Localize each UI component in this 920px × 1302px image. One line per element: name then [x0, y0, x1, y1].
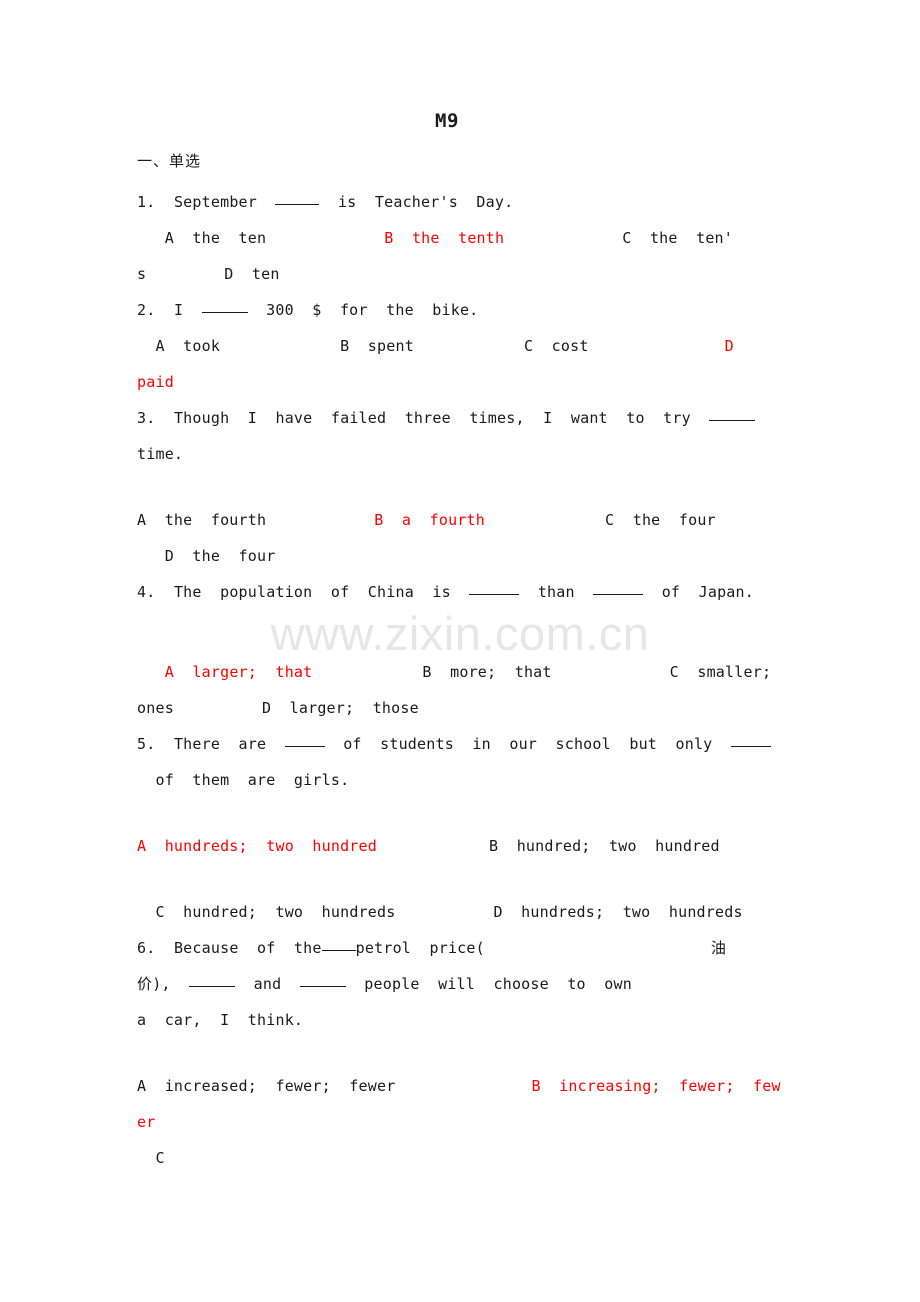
q5-blank-2	[730, 746, 771, 747]
q3-option-c: C the four	[605, 511, 716, 529]
question-6-options-row-1: A increased; fewer; fewer B increasing; f…	[137, 1068, 795, 1104]
q6-stem-p5: people will choose to own	[364, 975, 632, 993]
q4-stem-p2: than	[537, 583, 575, 601]
question-3-options-row-2: D the four	[137, 538, 795, 574]
question-1-options-row-1: A the ten B the tenth C the ten'	[137, 220, 795, 256]
q5-option-a: A hundreds; two hundred	[137, 837, 377, 855]
q4-blank-1	[469, 594, 520, 595]
q3-option-d: D the four	[164, 547, 276, 565]
question-3-options-row-1: A the fourth B a fourth C the four	[137, 502, 795, 538]
q2-number: 2.	[137, 301, 156, 319]
q6-option-a: A increased; fewer; fewer	[137, 1077, 396, 1095]
q5-option-b: B hundred; two hundred	[489, 837, 720, 855]
q2-option-b: B spent	[340, 337, 414, 355]
question-6-stem: 6. Because of the petrol price( 油	[137, 930, 795, 966]
q4-option-d: D larger; those	[261, 699, 419, 717]
q1-option-a: A the ten	[164, 229, 267, 247]
q4-option-c-wrap: ones	[137, 699, 174, 717]
q4-option-c: C smaller;	[669, 663, 772, 681]
q1-number: 1.	[137, 193, 156, 211]
q4-stem-p3: of Japan.	[661, 583, 754, 601]
question-1-options-row-2: s D ten	[137, 256, 795, 292]
q3-option-a: A the fourth	[137, 511, 267, 529]
q6-stem-p4: and	[253, 975, 282, 993]
q1-stem-after: is Teacher's Day.	[337, 193, 514, 211]
q4-option-a: A larger; that	[164, 663, 313, 681]
question-1-stem: 1. September is Teacher's Day.	[137, 184, 795, 220]
q2-option-a: A took	[155, 337, 221, 355]
q3-number: 3.	[137, 409, 156, 427]
question-5-options-row-1: A hundreds; two hundred B hundred; two hu…	[137, 828, 795, 864]
q6-option-b: B increasing; fewer; few	[531, 1077, 781, 1095]
q3-blank	[709, 420, 756, 421]
q6-blank-1	[321, 950, 356, 951]
question-6-options-row-2: er	[137, 1104, 795, 1140]
question-5-stem-cont: of them are girls.	[137, 762, 795, 798]
section-heading: 一、单选	[137, 152, 202, 170]
q4-option-b: B more; that	[422, 663, 552, 681]
q4-number: 4.	[137, 583, 156, 601]
q5-option-d: D hundreds; two hundreds	[493, 903, 743, 921]
question-6-options-row-3: C	[137, 1140, 795, 1176]
q2-stem-before: I	[173, 301, 184, 319]
question-4-options-row-1: A larger; that B more; that C smaller;	[137, 654, 795, 690]
q6-number: 6.	[137, 939, 156, 957]
question-3-stem-cont: time.	[137, 436, 795, 472]
q2-option-d-letter: D	[724, 337, 734, 355]
q1-stem-before: September	[173, 193, 258, 211]
question-4-options-row-2: ones D larger; those	[137, 690, 795, 726]
q5-stem-p2: of students in our school but only	[343, 735, 713, 753]
question-2-stem: 2. I 300 $ for the bike.	[137, 292, 795, 328]
q5-stem-p1: There are	[173, 735, 267, 753]
q2-option-d-wrap: paid	[137, 373, 174, 391]
q6-stem-cn-right: 油	[710, 939, 727, 957]
q1-option-c-wrap: s	[137, 265, 147, 283]
q5-number: 5.	[137, 735, 156, 753]
q1-blank	[275, 204, 320, 205]
q3-option-b: B a fourth	[374, 511, 486, 529]
q5-blank-1	[284, 746, 325, 747]
q1-option-d: D ten	[224, 265, 280, 283]
question-2-options-row-2: paid	[137, 364, 795, 400]
q2-option-c: C cost	[523, 337, 589, 355]
q6-blank-3	[299, 986, 346, 987]
question-2-options-row-1: A took B spent C cost D	[137, 328, 795, 364]
q5-option-c: C hundred; two hundreds	[155, 903, 396, 921]
q6-stem-p3: 价),	[137, 975, 171, 993]
q4-stem-p1: The population of China is	[173, 583, 451, 601]
question-4-stem: 4. The population of China is than of Ja…	[137, 574, 795, 610]
q6-stem-p6: a car, I think.	[137, 1011, 304, 1029]
q1-option-c: C the ten'	[622, 229, 734, 247]
q3-stem-after: time.	[137, 445, 184, 463]
q6-blank-2	[189, 986, 236, 987]
document-content: M9 一、单选 1. September is Teacher's Day. A…	[0, 0, 920, 1176]
document-page: www.zixin.com.cn M9 一、单选 1. September is…	[0, 0, 920, 1302]
q6-stem-p1: Because of the	[173, 939, 322, 957]
q4-blank-2	[593, 594, 644, 595]
question-6-stem-cont-1: 价), and people will choose to own	[137, 966, 795, 1002]
q6-option-b-wrap: er	[137, 1113, 156, 1131]
q6-stem-p2: petrol price(	[355, 939, 485, 957]
question-5-stem: 5. There are of students in our school b…	[137, 726, 795, 762]
q1-option-b: B the tenth	[384, 229, 505, 247]
question-5-options-row-2: C hundred; two hundreds D hundreds; two h…	[137, 894, 795, 930]
q2-blank	[201, 312, 248, 313]
q2-stem-after: 300 $ for the bike.	[266, 301, 479, 319]
page-title: M9	[435, 110, 459, 132]
question-6-stem-cont-2: a car, I think.	[137, 1002, 795, 1038]
q3-stem-before: Though I have failed three times, I want…	[173, 409, 691, 427]
q5-stem-p3: of them are girls.	[155, 771, 350, 789]
q6-option-c: C	[155, 1149, 165, 1167]
question-3-stem: 3. Though I have failed three times, I w…	[137, 400, 795, 436]
